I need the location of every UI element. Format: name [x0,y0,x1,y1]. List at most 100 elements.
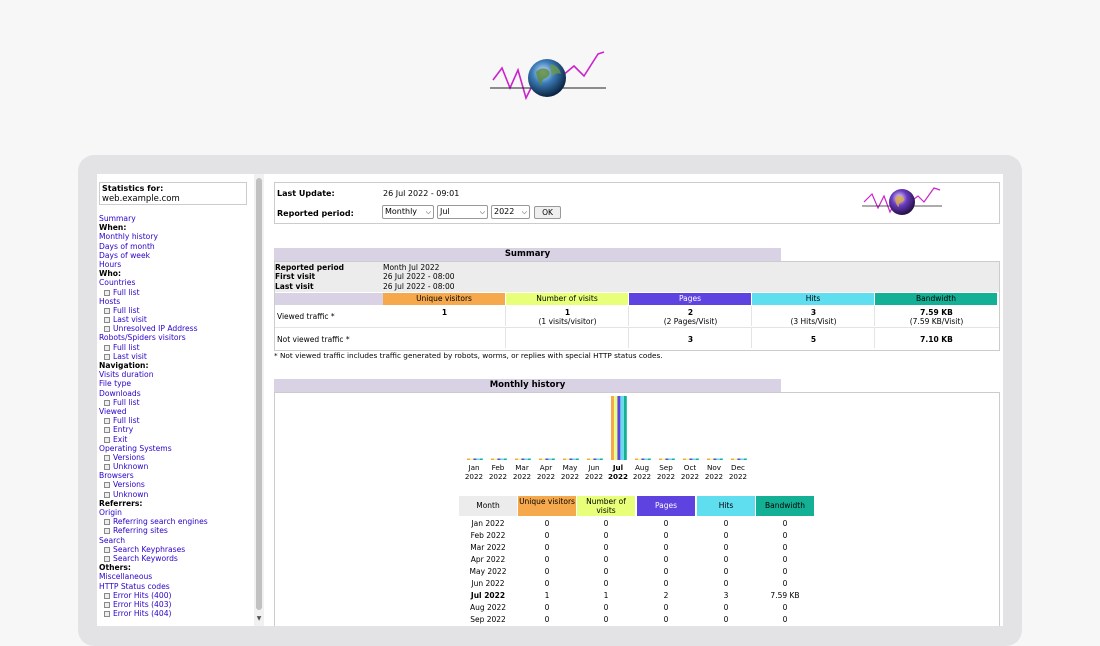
menu-link-last-visit[interactable]: Last visit [99,315,251,324]
menu-link-monthly-history[interactable]: Monthly history [99,232,251,241]
awstats-small-logo [862,187,942,215]
tick-year: 2022 [632,471,652,481]
history-value-cell: 0 [603,519,609,528]
chart-bar [743,458,747,460]
menu-label: Unknown [113,462,149,472]
history-month-cell: Jun 2022 [471,579,505,588]
menu-link-hours[interactable]: Hours [99,260,251,269]
scrollbar-thumb[interactable] [256,178,262,610]
viewed-value: 1 [441,308,448,317]
menu-link-http-status-codes[interactable]: HTTP Status codes [99,582,251,591]
menu-label: Viewed [99,406,127,416]
tick-year: 2022 [464,471,484,481]
menu-label: Error Hits (400) [113,590,172,600]
scroll-down-icon[interactable]: ▼ [255,615,263,623]
sidebar-scrollbar[interactable]: ▼ [254,174,264,626]
menu-link-search[interactable]: Search [99,536,251,545]
menu-link-file-type[interactable]: File type [99,379,251,388]
chart-bar [644,458,648,460]
menu-label: Monthly history [99,232,158,242]
viewed-value: 7.59 KB [920,308,953,317]
chart-month-label: May 2022 [559,463,581,481]
awstats-logo [490,51,606,101]
history-value-cell: 0 [723,603,729,612]
chart-bar [713,458,717,460]
menu-link-origin[interactable]: Origin [99,508,251,517]
awstats-window: Statistics for: web.example.com Summary W… [97,174,1003,626]
submenu-bullet-icon [104,289,110,296]
menu-link-error-hits-400[interactable]: Error Hits (400) [99,591,251,600]
menu-link-miscellaneous[interactable]: Miscellaneous [99,572,251,581]
period-year-select[interactable]: 2022 ⌵ [491,205,530,219]
menu-link-full-list[interactable]: Full list [99,416,251,425]
menu-link-unknown[interactable]: Unknown [99,490,251,499]
tick-year: 2022 [584,471,604,481]
summary-col-header: Number of visits [506,293,628,305]
chart-bar [566,458,570,460]
tick-year: 2022 [728,471,748,481]
history-value-cell: 0 [782,615,788,624]
menu-link-full-list[interactable]: Full list [99,306,251,315]
chart-bar [548,458,552,460]
menu-link-operating-systems[interactable]: Operating Systems [99,444,251,453]
period-type-select[interactable]: Monthly ⌵ [382,205,434,219]
menu-link-exit[interactable]: Exit [99,435,251,444]
menu-label: Versions [113,452,145,462]
submenu-bullet-icon [104,317,110,324]
history-value-cell: 0 [782,531,788,540]
chart-month-label: Sep 2022 [655,463,677,481]
menu-link-versions[interactable]: Versions [99,480,251,489]
chart-bar [539,458,542,460]
submenu-bullet-icon [104,528,110,535]
history-value-cell: 0 [544,519,550,528]
menu-link-browsers[interactable]: Browsers [99,471,251,480]
not-viewed-value: 5 [810,335,817,344]
submenu-bullet-icon [104,454,110,461]
menu-heading-referrers: Referrers: [99,499,251,508]
chart-bar [734,458,738,460]
menu-link-summary[interactable]: Summary [99,214,251,223]
history-value-cell: 0 [723,615,729,624]
history-value-cell: 0 [544,567,550,576]
menu-link-full-list[interactable]: Full list [99,398,251,407]
history-value-cell: 0 [544,555,550,564]
ok-button[interactable]: OK [534,206,561,219]
menu-link-full-list[interactable]: Full list [99,288,251,297]
menu-link-visits-duration[interactable]: Visits duration [99,370,251,379]
menu-link-countries[interactable]: Countries [99,278,251,287]
menu-link-unresolved-ip-address[interactable]: Unresolved IP Address [99,324,251,333]
period-month-select[interactable]: Jul ⌵ [437,205,488,219]
cell-divider [505,306,506,326]
chart-month-label: Mar 2022 [511,463,533,481]
menu-link-referring-search-engines[interactable]: Referring search engines [99,517,251,526]
history-value-cell: 0 [663,567,669,576]
menu-link-full-list[interactable]: Full list [99,343,251,352]
chart-bar [686,458,690,460]
menu-link-search-keyphrases[interactable]: Search Keyphrases [99,545,251,554]
menu-link-entry[interactable]: Entry [99,425,251,434]
menu-label: Last visit [113,315,147,325]
menu-link-hosts[interactable]: Hosts [99,297,251,306]
history-value-cell: 0 [603,567,609,576]
not-viewed-value: 7.10 KB [920,335,953,344]
menu-link-days-of-month[interactable]: Days of month [99,242,251,251]
menu-link-unknown[interactable]: Unknown [99,462,251,471]
menu-link-versions[interactable]: Versions [99,453,251,462]
menu-link-viewed[interactable]: Viewed [99,407,251,416]
sidebar: Statistics for: web.example.com Summary W… [97,174,253,626]
last-visit-key: Last visit [275,282,314,291]
chart-bar [638,458,642,460]
menu-link-days-of-week[interactable]: Days of week [99,251,251,260]
summary-col-header: Unique visitors [383,293,505,305]
menu-link-last-visit[interactable]: Last visit [99,352,251,361]
menu-link-referring-sites[interactable]: Referring sites [99,526,251,535]
menu-link-downloads[interactable]: Downloads [99,389,251,398]
menu-link-search-keywords[interactable]: Search Keywords [99,554,251,563]
menu-link-robots-spiders-visitors[interactable]: Robots/Spiders visitors [99,333,251,342]
history-value-cell: 0 [723,531,729,540]
menu-link-error-hits-404[interactable]: Error Hits (404) [99,609,251,618]
chart-bar [599,458,603,460]
submenu-bullet-icon [104,601,110,608]
menu-link-error-hits-403[interactable]: Error Hits (403) [99,600,251,609]
menu-label: Miscellaneous [99,572,153,582]
